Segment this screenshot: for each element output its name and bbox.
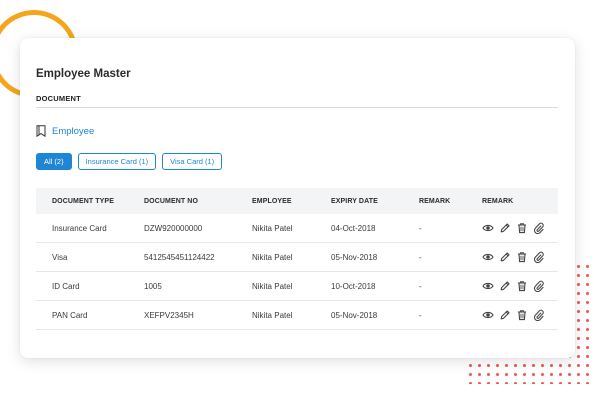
employee-folder-link[interactable]: Employee: [36, 125, 94, 137]
cell-expiry-date: 05-Nov-2018: [331, 310, 378, 320]
filter-all[interactable]: All (2): [36, 153, 72, 170]
cell-document-type: ID Card: [52, 281, 80, 291]
section-divider: [36, 107, 558, 108]
cell-document-type: Insurance Card: [52, 223, 107, 233]
cell-remark: -: [419, 252, 422, 262]
cell-remark: -: [419, 223, 422, 233]
document-icon: [36, 125, 46, 137]
cell-document-type: Visa: [52, 252, 68, 262]
row-actions: [482, 251, 558, 263]
table-row[interactable]: ID Card 1005 Nikita Patel 10-Oct-2018 -: [36, 272, 558, 301]
header-document-no[interactable]: DOCUMENT NO: [144, 198, 252, 205]
cell-employee: Nikita Patel: [252, 252, 293, 262]
cell-document-no: XEFPV2345H: [144, 310, 194, 320]
cell-remark: -: [419, 281, 422, 291]
section-label-document: DOCUMENT: [36, 94, 81, 103]
eye-icon[interactable]: [482, 309, 494, 321]
cell-remark: -: [419, 310, 422, 320]
trash-icon[interactable]: [516, 280, 528, 292]
trash-icon[interactable]: [516, 222, 528, 234]
cell-expiry-date: 04-Oct-2018: [331, 223, 376, 233]
pencil-icon[interactable]: [499, 251, 511, 263]
trash-icon[interactable]: [516, 309, 528, 321]
paperclip-icon[interactable]: [533, 309, 545, 321]
cell-document-no: DZW920000000: [144, 223, 203, 233]
paperclip-icon[interactable]: [533, 251, 545, 263]
employee-master-card: Employee Master DOCUMENT Employee All (2…: [20, 38, 575, 358]
table-header: DOCUMENT TYPE DOCUMENT NO EMPLOYEE EXPIR…: [36, 188, 558, 214]
table-row[interactable]: PAN Card XEFPV2345H Nikita Patel 05-Nov-201…: [36, 301, 558, 330]
cell-employee: Nikita Patel: [252, 281, 293, 291]
header-employee[interactable]: EMPLOYEE: [252, 198, 331, 205]
eye-icon[interactable]: [482, 280, 494, 292]
employee-link-label: Employee: [52, 125, 95, 137]
filter-visa-card[interactable]: Visa Card (1): [162, 153, 223, 170]
table-row[interactable]: Visa 5412545451124422 Nikita Patel 05-Nov-2…: [36, 243, 558, 272]
cell-document-type: PAN Card: [52, 310, 88, 320]
row-actions: [482, 280, 558, 292]
table-body: Insurance Card DZW920000000 Nikita Patel 04…: [36, 214, 558, 330]
row-actions: [482, 222, 558, 234]
cell-document-no: 5412545451124422: [144, 252, 215, 262]
cell-employee: Nikita Patel: [252, 223, 293, 233]
cell-employee: Nikita Patel: [252, 310, 293, 320]
documents-table: DOCUMENT TYPE DOCUMENT NO EMPLOYEE EXPIR…: [36, 188, 558, 330]
header-remark[interactable]: REMARK: [419, 198, 482, 205]
row-actions: [482, 309, 558, 321]
header-document-type[interactable]: DOCUMENT TYPE: [36, 198, 144, 205]
table-row[interactable]: Insurance Card DZW920000000 Nikita Patel 04…: [36, 214, 558, 243]
pencil-icon[interactable]: [499, 309, 511, 321]
cell-expiry-date: 10-Oct-2018: [331, 281, 376, 291]
pencil-icon[interactable]: [499, 280, 511, 292]
header-actions: REMARK: [482, 197, 514, 205]
paperclip-icon[interactable]: [533, 222, 545, 234]
cell-document-no: 1005: [144, 281, 162, 291]
header-expiry-date[interactable]: EXPIRY DATE: [331, 198, 419, 205]
cell-expiry-date: 05-Nov-2018: [331, 252, 378, 262]
eye-icon[interactable]: [482, 222, 494, 234]
trash-icon[interactable]: [516, 251, 528, 263]
filter-insurance-card[interactable]: Insurance Card (1): [77, 153, 157, 170]
paperclip-icon[interactable]: [533, 280, 545, 292]
page-title: Employee Master: [36, 68, 131, 80]
filter-chips: All (2) Insurance Card (1) Visa Card (1): [36, 153, 223, 170]
pencil-icon[interactable]: [499, 222, 511, 234]
eye-icon[interactable]: [482, 251, 494, 263]
